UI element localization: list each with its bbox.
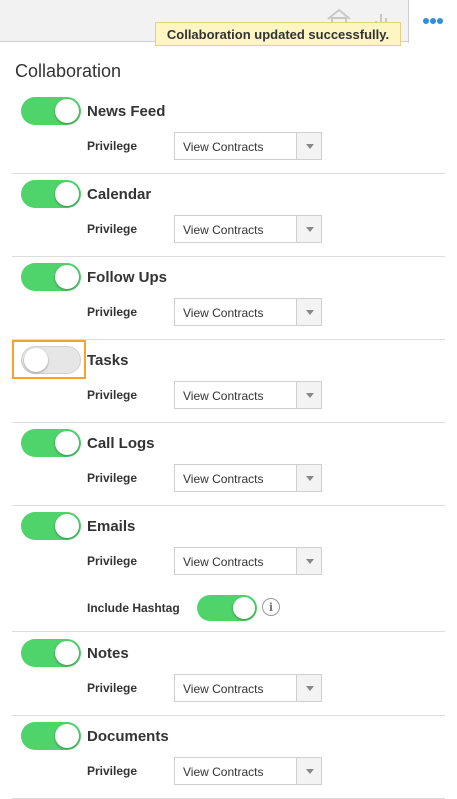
privilege-select[interactable]: View Contracts <box>174 757 322 785</box>
privilege-select[interactable]: View Contracts <box>174 674 322 702</box>
privilege-select[interactable]: View Contracts <box>174 298 322 326</box>
privilege-select[interactable]: View Contracts <box>174 547 322 575</box>
row-label: Emails <box>87 518 136 535</box>
chevron-down-icon <box>306 686 314 691</box>
privilege-value: View Contracts <box>183 555 264 569</box>
call-logs-toggle[interactable] <box>21 429 81 457</box>
privilege-value: View Contracts <box>183 472 264 486</box>
chevron-down-icon <box>306 476 314 481</box>
privilege-label: Privilege <box>87 764 138 778</box>
collab-row-follow-ups: Follow Ups Privilege View Contracts <box>12 263 445 340</box>
privilege-label: Privilege <box>87 471 138 485</box>
row-label: Notes <box>87 645 129 662</box>
dropdown-button[interactable] <box>296 548 321 574</box>
privilege-select[interactable]: View Contracts <box>174 464 322 492</box>
privilege-select[interactable]: View Contracts <box>174 215 322 243</box>
privilege-label: Privilege <box>87 554 138 568</box>
chevron-down-icon <box>306 227 314 232</box>
privilege-value: View Contracts <box>183 306 264 320</box>
row-label: Documents <box>87 728 169 745</box>
privilege-value: View Contracts <box>183 223 264 237</box>
chevron-down-icon <box>306 310 314 315</box>
notes-toggle[interactable] <box>21 639 81 667</box>
row-label: Follow Ups <box>87 269 167 286</box>
chevron-down-icon <box>306 144 314 149</box>
privilege-value: View Contracts <box>183 682 264 696</box>
toggle-knob <box>55 265 79 289</box>
privilege-label: Privilege <box>87 388 138 402</box>
collab-row-calendar: Calendar Privilege View Contracts <box>12 180 445 257</box>
privilege-label: Privilege <box>87 305 138 319</box>
dropdown-button[interactable] <box>296 382 321 408</box>
dropdown-button[interactable] <box>296 299 321 325</box>
collab-row-notes: Notes Privilege View Contracts <box>12 639 445 716</box>
toggle-knob <box>55 724 79 748</box>
documents-toggle[interactable] <box>21 722 81 750</box>
row-label: Call Logs <box>87 435 155 452</box>
privilege-label: Privilege <box>87 222 138 236</box>
emails-toggle[interactable] <box>21 512 81 540</box>
privilege-label: Privilege <box>87 139 138 153</box>
toggle-knob <box>24 348 48 372</box>
privilege-value: View Contracts <box>183 765 264 779</box>
toggle-knob <box>233 597 255 619</box>
row-label: Calendar <box>87 186 152 203</box>
success-toast: Collaboration updated successfully. <box>155 22 401 46</box>
dropdown-button[interactable] <box>296 465 321 491</box>
row-label: News Feed <box>87 103 166 120</box>
collab-row-emails: Emails Privilege View Contracts Include Has… <box>12 512 445 632</box>
toggle-knob <box>55 431 79 455</box>
toggle-knob <box>55 514 79 538</box>
news-feed-toggle[interactable] <box>21 97 81 125</box>
collab-row-call-logs: Call Logs Privilege View Contracts <box>12 429 445 506</box>
toggle-knob <box>55 182 79 206</box>
row-label: Tasks <box>87 352 129 369</box>
privilege-value: View Contracts <box>183 140 264 154</box>
dropdown-button[interactable] <box>296 133 321 159</box>
dropdown-button[interactable] <box>296 675 321 701</box>
privilege-select[interactable]: View Contracts <box>174 132 322 160</box>
privilege-value: View Contracts <box>183 389 264 403</box>
toggle-knob <box>55 641 79 665</box>
chevron-down-icon <box>306 559 314 564</box>
dropdown-button[interactable] <box>296 216 321 242</box>
collab-row-tasks: Tasks Privilege View Contracts <box>12 340 445 423</box>
dropdown-button[interactable] <box>296 758 321 784</box>
collab-row-news-feed: News Feed Privilege View Contracts <box>12 97 445 174</box>
tasks-toggle[interactable] <box>21 346 81 374</box>
info-icon[interactable]: i <box>262 598 280 616</box>
more-tab[interactable] <box>408 0 457 43</box>
include-hashtag-toggle[interactable] <box>197 595 257 621</box>
include-hashtag-label: Include Hashtag <box>87 601 180 615</box>
section-title: Collaboration <box>15 61 122 81</box>
privilege-select[interactable]: View Contracts <box>174 381 322 409</box>
more-dots-icon <box>423 18 443 24</box>
collab-row-documents: Documents Privilege View Contracts <box>12 722 445 799</box>
chevron-down-icon <box>306 769 314 774</box>
privilege-label: Privilege <box>87 681 138 695</box>
toggle-knob <box>55 99 79 123</box>
chevron-down-icon <box>306 393 314 398</box>
follow-ups-toggle[interactable] <box>21 263 81 291</box>
calendar-toggle[interactable] <box>21 180 81 208</box>
